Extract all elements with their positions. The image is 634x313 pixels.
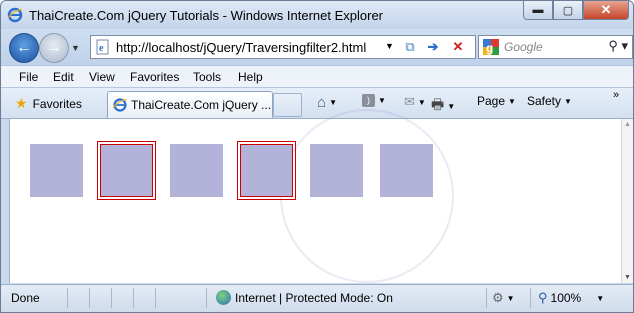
chevron-down-icon: ▼ <box>329 98 337 107</box>
title-bar: ThaiCreate.Com jQuery Tutorials - Window… <box>1 1 633 29</box>
chevron-down-icon: ▼ <box>506 293 515 303</box>
status-divider <box>155 288 156 308</box>
address-bar[interactable]: e http://localhost/jQuery/Traversingfilt… <box>90 35 476 59</box>
protected-mode-button[interactable]: ⚙ ▼ <box>492 290 515 306</box>
menu-edit[interactable]: Edit <box>53 70 74 84</box>
zoom-icon: ⚲ <box>538 290 548 305</box>
print-icon: 🖶 <box>431 96 445 112</box>
address-url[interactable]: http://localhost/jQuery/Traversingfilter… <box>116 40 366 55</box>
chevron-down-icon: ▼ <box>447 101 456 111</box>
mail-icon: ✉ <box>404 94 415 109</box>
navigation-bar: ← → ▼ e http://localhost/jQuery/Traversi… <box>1 29 633 65</box>
search-icon[interactable]: ⚲ ▾ <box>608 38 628 54</box>
window-title: ThaiCreate.Com jQuery Tutorials - Window… <box>29 8 384 23</box>
scroll-up-arrow[interactable]: ▲ <box>624 121 631 128</box>
forward-icon: → <box>46 39 62 56</box>
favorites-button[interactable]: ★ Favorites <box>15 95 82 112</box>
google-icon: g <box>483 39 499 55</box>
ie-page-icon: e <box>96 39 109 55</box>
feeds-button[interactable]: ) ▼ <box>362 94 386 107</box>
filtered-box <box>97 141 156 200</box>
page-content <box>9 109 622 283</box>
home-icon: ⌂ <box>317 94 327 111</box>
menu-bar: File Edit View Favorites Tools Help <box>1 65 633 88</box>
chevron-down-icon: ▼ <box>508 96 516 106</box>
chevron-down-icon: ▼ <box>378 96 386 105</box>
search-placeholder: Google <box>504 40 543 54</box>
minimize-button[interactable]: ▬ <box>523 1 553 20</box>
menu-file[interactable]: File <box>19 70 38 84</box>
safety-menu[interactable]: Safety ▼ <box>527 94 572 108</box>
toolbar-overflow-chevron[interactable]: » <box>613 89 619 101</box>
chevron-down-icon: ▼ <box>596 293 605 303</box>
safety-menu-label: Safety <box>527 94 562 108</box>
search-box[interactable]: g Google ⚲ ▾ <box>478 35 633 59</box>
menu-view[interactable]: View <box>89 70 115 84</box>
close-button[interactable]: ✕ <box>583 1 629 20</box>
mail-button[interactable]: ✉ ▼ <box>404 94 426 110</box>
status-divider <box>67 288 68 308</box>
ie-icon <box>7 7 23 23</box>
menu-tools[interactable]: Tools <box>193 70 221 84</box>
tab-label: ThaiCreate.Com jQuery ... <box>131 98 272 112</box>
status-divider <box>530 288 531 308</box>
status-bar: Done Internet | Protected Mode: On ⚙ ▼ ⚲ … <box>1 284 633 312</box>
back-icon: ← <box>16 39 32 56</box>
status-divider <box>486 288 487 308</box>
box <box>30 144 83 197</box>
menu-help[interactable]: Help <box>238 70 263 84</box>
svg-text:g: g <box>486 41 493 55</box>
gear-icon: ⚙ <box>492 290 504 305</box>
status-divider <box>133 288 134 308</box>
box <box>310 144 363 197</box>
refresh-icon[interactable]: ➔ <box>424 38 442 56</box>
chevron-down-icon: ▼ <box>417 97 426 107</box>
status-divider <box>89 288 90 308</box>
svg-text:e: e <box>99 43 104 54</box>
zoom-control[interactable]: ⚲ 100% ▼ <box>538 290 604 306</box>
print-button[interactable]: 🖶 ▼ <box>431 94 455 118</box>
box <box>170 144 223 197</box>
browser-window: ThaiCreate.Com jQuery Tutorials - Window… <box>0 0 634 313</box>
menu-favorites[interactable]: Favorites <box>130 70 179 84</box>
security-zone[interactable]: Internet | Protected Mode: On <box>216 290 393 305</box>
recent-pages-dropdown[interactable]: ▼ <box>71 43 80 53</box>
chevron-down-icon: ▼ <box>564 96 572 106</box>
filtered-box <box>237 141 296 200</box>
security-zone-label: Internet | Protected Mode: On <box>235 290 393 305</box>
address-dropdown[interactable]: ▼ <box>385 41 394 51</box>
caption-buttons: ▬ ▢ ✕ <box>523 1 629 21</box>
scroll-down-arrow[interactable]: ▼ <box>624 274 631 281</box>
compatibility-icon[interactable]: ⧉ <box>401 38 419 56</box>
status-divider <box>111 288 112 308</box>
zoom-level: 100% <box>550 291 582 305</box>
page-menu[interactable]: Page ▼ <box>477 94 516 108</box>
forward-button[interactable]: → <box>39 33 69 63</box>
new-tab-button[interactable] <box>273 93 302 117</box>
page-menu-label: Page <box>477 94 506 108</box>
status-divider <box>206 288 207 308</box>
vertical-scrollbar[interactable]: ▲ ▼ <box>621 119 633 283</box>
status-text: Done <box>11 291 40 305</box>
stop-icon[interactable]: ✕ <box>449 38 467 56</box>
tab-current[interactable]: ThaiCreate.Com jQuery ... <box>107 91 273 118</box>
home-button[interactable]: ⌂ ▼ <box>317 94 337 111</box>
favorites-bar: ★ Favorites ThaiCreate.Com jQuery ... ⌂ ▼… <box>1 87 633 119</box>
star-icon: ★ <box>15 95 28 111</box>
back-button[interactable]: ← <box>9 33 39 63</box>
ie-icon <box>112 98 128 112</box>
feeds-icon: ) <box>362 94 375 107</box>
favorites-label: Favorites <box>32 96 82 111</box>
maximize-button[interactable]: ▢ <box>553 1 583 20</box>
box <box>380 144 433 197</box>
globe-icon <box>216 290 231 305</box>
